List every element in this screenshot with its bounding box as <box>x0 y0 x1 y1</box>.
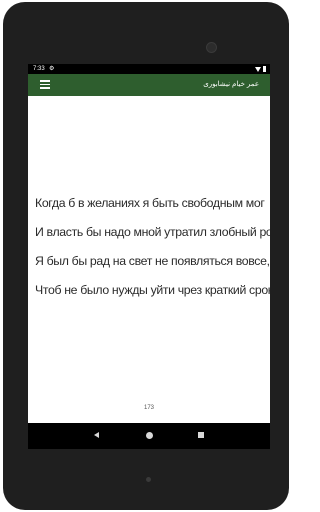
screen: 7:33 ⚙ عمر خیام نیشابوری Когда б в желан… <box>28 64 270 449</box>
poem-line-3: Я был бы рад на свет не появляться вовсе… <box>35 254 270 268</box>
back-triangle-icon[interactable] <box>94 432 99 438</box>
home-circle-icon[interactable] <box>146 432 153 439</box>
status-bar: 7:33 ⚙ <box>28 64 270 74</box>
poem-line-1: Когда б в желаниях я быть свободным мог <box>35 196 265 210</box>
tablet-frame: 7:33 ⚙ عمر خیام نیشابوری Когда б в желан… <box>3 2 289 510</box>
navigation-bar <box>28 423 270 449</box>
poem-line-2: И власть бы надо мной утратил злобный ро… <box>35 225 270 239</box>
gear-icon: ⚙ <box>49 66 55 72</box>
app-title: عمر خیام نیشابوری <box>203 81 259 88</box>
front-camera <box>206 42 217 53</box>
device-sensor-dot <box>146 477 151 482</box>
page-number: 173 <box>143 405 154 411</box>
recents-square-icon[interactable] <box>198 432 204 438</box>
hamburger-menu-icon[interactable] <box>40 80 50 89</box>
battery-icon <box>263 66 266 72</box>
poem-line-4: Чтоб не было нужды уйти чрез краткий сро… <box>35 283 270 297</box>
wifi-icon <box>255 66 261 72</box>
status-icons <box>255 66 266 72</box>
poem-page[interactable]: Когда б в желаниях я быть свободным мог … <box>28 96 270 423</box>
status-time: 7:33 <box>33 66 45 72</box>
app-bar: عمر خیام نیشابوری <box>28 74 270 96</box>
